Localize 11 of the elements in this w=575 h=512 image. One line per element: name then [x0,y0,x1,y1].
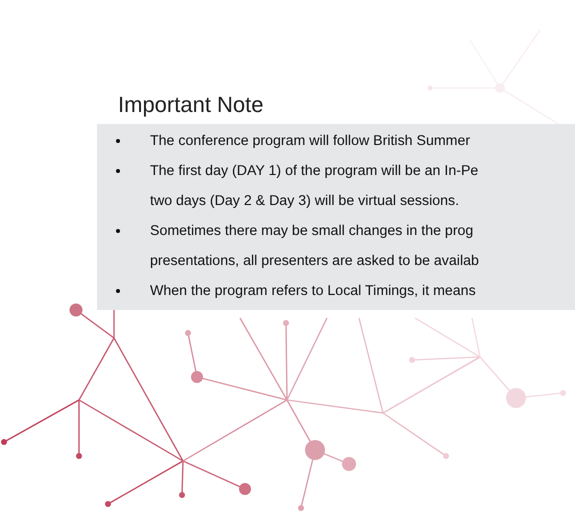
bullet-icon [116,289,120,293]
note-text: The first day (DAY 1) of the program will be an In-Pe [150,162,478,181]
bullet-icon [116,139,120,143]
note-text: Sometimes there may be small changes in the prog [150,222,474,241]
bullet-icon [116,229,120,233]
note-text: presentations, all presenters are asked to be availab [150,252,479,271]
note-text: The conference program will follow British Summer [150,132,470,151]
note-text: two days (Day 2 & Day 3) will be virtual sessions. [150,192,460,211]
section-title: Important Note [118,92,265,118]
bullet-icon [116,169,120,173]
note-text: When the program refers to Local Timings, it means [150,282,476,301]
